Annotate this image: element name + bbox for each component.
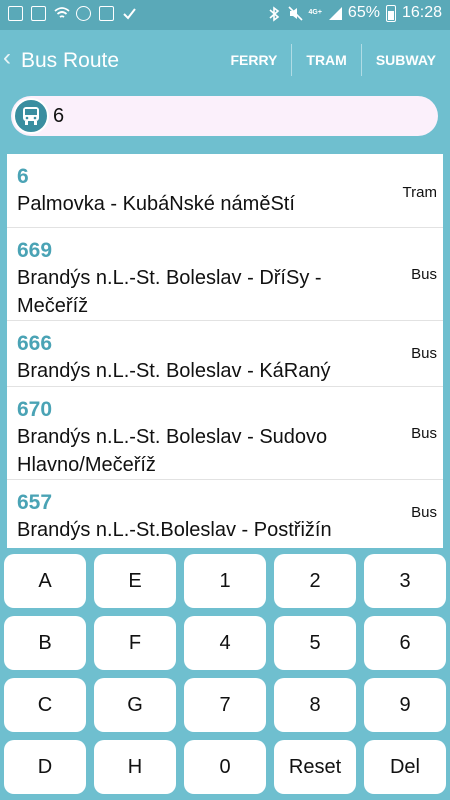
route-type: Bus xyxy=(411,266,437,283)
route-name: Brandýs n.L.-St. Boleslav - DříSy - Meče… xyxy=(17,267,322,317)
search-area xyxy=(0,90,450,148)
route-type: Tram xyxy=(402,184,437,201)
checkmark-icon xyxy=(122,6,136,20)
list-item[interactable]: 666 Brandýs n.L.-St. Boleslav - KáRaný B… xyxy=(7,321,443,387)
line-icon xyxy=(8,6,23,21)
list-item[interactable]: 669 Brandýs n.L.-St. Boleslav - DříSy - … xyxy=(7,228,443,321)
route-type: Bus xyxy=(411,345,437,362)
key-8[interactable]: 8 xyxy=(274,678,356,732)
key-e[interactable]: E xyxy=(94,554,176,608)
route-search-input[interactable] xyxy=(53,96,423,136)
list-item[interactable]: 657 Brandýs n.L.-St.Boleslav - Postřižín… xyxy=(7,480,443,548)
route-name: Palmovka - KubáNské náměStí xyxy=(17,193,295,215)
image-icon xyxy=(31,6,46,21)
system-status: 4G+ 65% 16:28 xyxy=(268,4,442,22)
battery-icon xyxy=(385,4,396,22)
key-5[interactable]: 5 xyxy=(274,616,356,670)
key-g[interactable]: G xyxy=(94,678,176,732)
key-6[interactable]: 6 xyxy=(364,616,446,670)
page-title[interactable]: Bus Route xyxy=(21,49,119,73)
key-7[interactable]: 7 xyxy=(184,678,266,732)
route-number: 657 xyxy=(17,491,53,514)
key-c[interactable]: C xyxy=(4,678,86,732)
notification-icons xyxy=(8,6,136,21)
route-number: 666 xyxy=(17,332,53,355)
reset-button[interactable]: Reset xyxy=(274,740,356,794)
network-type: 4G+ xyxy=(308,9,322,16)
route-list: 6 Palmovka - KubáNské náměStí Tram 669 B… xyxy=(7,154,443,548)
route-name: Brandýs n.L.-St. Boleslav - Sudovo Hlavn… xyxy=(17,426,328,476)
route-number: 669 xyxy=(17,239,53,262)
route-type: Bus xyxy=(411,425,437,442)
tab-ferry[interactable]: FERRY xyxy=(216,44,291,76)
transport-tabs: FERRY TRAM SUBWAY xyxy=(216,44,450,76)
key-4[interactable]: 4 xyxy=(184,616,266,670)
delete-button[interactable]: Del xyxy=(364,740,446,794)
list-item[interactable]: 670 Brandýs n.L.-St. Boleslav - Sudovo H… xyxy=(7,387,443,480)
key-d[interactable]: D xyxy=(4,740,86,794)
bluetooth-icon xyxy=(268,6,282,22)
key-2[interactable]: 2 xyxy=(274,554,356,608)
key-9[interactable]: 9 xyxy=(364,678,446,732)
wifi-icon xyxy=(54,6,70,20)
mute-icon xyxy=(288,6,304,21)
key-1[interactable]: 1 xyxy=(184,554,266,608)
key-f[interactable]: F xyxy=(94,616,176,670)
list-item[interactable]: 6 Palmovka - KubáNské náměStí Tram xyxy=(7,154,443,228)
mail-icon xyxy=(99,6,114,21)
chevron-left-icon[interactable]: ‹ xyxy=(3,46,11,70)
signal-icon xyxy=(328,6,342,20)
route-name: Brandýs n.L.-St. Boleslav - KáRaný xyxy=(17,360,331,382)
app-header: ‹ Bus Route FERRY TRAM SUBWAY xyxy=(0,30,450,90)
tab-subway[interactable]: SUBWAY xyxy=(360,44,450,76)
chrome-icon xyxy=(76,6,91,21)
key-b[interactable]: B xyxy=(4,616,86,670)
route-number: 670 xyxy=(17,398,53,421)
key-3[interactable]: 3 xyxy=(364,554,446,608)
status-bar: 4G+ 65% 16:28 xyxy=(0,0,450,30)
route-number: 6 xyxy=(17,165,29,188)
tab-tram[interactable]: TRAM xyxy=(291,44,360,76)
key-a[interactable]: A xyxy=(4,554,86,608)
clock: 16:28 xyxy=(401,4,442,21)
keypad: A E 1 2 3 B F 4 5 6 C G 7 8 9 D H 0 Rese… xyxy=(0,548,450,800)
route-name: Brandýs n.L.-St.Boleslav - Postřižín xyxy=(17,519,332,541)
route-type: Bus xyxy=(411,504,437,521)
key-h[interactable]: H xyxy=(94,740,176,794)
key-0[interactable]: 0 xyxy=(184,740,266,794)
bus-icon xyxy=(13,98,49,134)
search-box[interactable] xyxy=(11,96,438,136)
battery-percent: 65% xyxy=(347,4,380,21)
